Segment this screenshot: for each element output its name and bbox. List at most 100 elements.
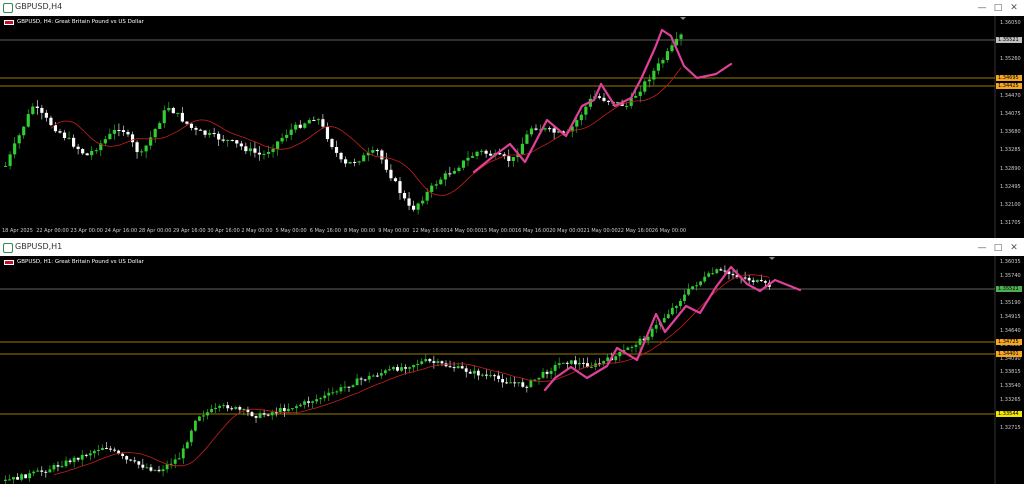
candle: [20, 473, 23, 482]
candle: [461, 160, 466, 171]
candle-body: [161, 469, 165, 472]
candle: [598, 358, 602, 367]
candle: [171, 106, 175, 114]
candle: [687, 283, 690, 297]
candle: [76, 457, 80, 462]
candle: [400, 362, 403, 373]
candle-body: [88, 453, 92, 456]
candle-body: [489, 375, 492, 377]
candle-body: [76, 146, 80, 150]
candle-body: [144, 145, 148, 152]
candle: [108, 128, 112, 141]
candle-body: [181, 448, 185, 459]
candle: [80, 449, 84, 466]
candle: [480, 373, 484, 377]
candlestick-chart-h4[interactable]: [0, 16, 1024, 238]
time-axis-label: 22 Apr 00:00: [36, 228, 69, 234]
candle-body: [303, 401, 306, 405]
candle: [534, 124, 538, 131]
candle: [452, 167, 456, 175]
candle: [699, 281, 703, 287]
candle-body: [26, 114, 30, 127]
candle: [647, 74, 651, 88]
candle-body: [189, 430, 193, 443]
chart-area-h1[interactable]: GBPUSD, H1: Great Britain Pound vs US Do…: [0, 256, 1024, 484]
candle: [16, 473, 19, 480]
candle-body: [298, 124, 302, 128]
candle-body: [548, 128, 552, 130]
candle-body: [217, 133, 221, 140]
candle: [84, 453, 88, 458]
candle: [679, 298, 682, 310]
candle: [520, 137, 524, 155]
candle-body: [371, 150, 375, 153]
candle: [711, 267, 715, 275]
candle-body: [557, 363, 561, 365]
candle: [44, 469, 48, 478]
titlebar-h1[interactable]: GBPUSD,H1 — □ ✕: [0, 240, 1024, 256]
candle-body: [331, 392, 335, 394]
candle: [244, 142, 248, 155]
candlestick-chart-h1[interactable]: [0, 256, 1024, 484]
chart-window-h1[interactable]: GBPUSD,H1 — □ ✕ GBPUSD, H1: Great Britai…: [0, 240, 1024, 484]
candle-body: [755, 279, 759, 283]
candle-body: [552, 128, 556, 133]
candle: [541, 367, 545, 380]
candle-body: [330, 139, 334, 148]
candle: [484, 149, 488, 158]
candle: [584, 104, 588, 121]
candle: [654, 319, 658, 334]
candle-body: [638, 338, 642, 345]
chart-window-h4[interactable]: GBPUSD,H4 — □ ✕ GBPUSD, H4: Great Britai…: [0, 0, 1024, 238]
candle: [432, 355, 436, 369]
candle-body: [665, 51, 670, 61]
candle: [468, 369, 472, 374]
candle: [362, 152, 366, 162]
candle: [258, 410, 262, 419]
candle: [149, 464, 153, 473]
candle: [141, 458, 145, 471]
candle-body: [307, 401, 310, 403]
candle-body: [731, 273, 735, 276]
candle-body: [379, 373, 383, 376]
candle-body: [96, 450, 100, 452]
candle: [125, 455, 129, 464]
candle: [92, 449, 96, 459]
candle-body: [747, 277, 751, 281]
candle: [112, 124, 116, 140]
candle: [323, 391, 327, 402]
candle: [549, 367, 553, 379]
candle: [24, 474, 28, 479]
candle-body: [375, 150, 379, 152]
candle: [421, 196, 425, 206]
candle: [60, 460, 64, 469]
candle-body: [31, 106, 35, 115]
price-axis-label: 1.35260: [1000, 56, 1021, 63]
candle-body: [691, 286, 694, 290]
candle: [307, 117, 311, 124]
close-icon[interactable]: ✕: [1000, 240, 1024, 256]
titlebar-h4[interactable]: GBPUSD,H4 — □ ✕: [0, 0, 1024, 16]
candle-body: [392, 367, 395, 370]
close-icon[interactable]: ✕: [1000, 0, 1024, 16]
candle: [177, 452, 181, 460]
candle-body: [416, 203, 420, 210]
candle-body: [112, 129, 116, 134]
candle-body: [141, 464, 145, 468]
candle-body: [206, 412, 209, 416]
candle-body: [125, 456, 129, 460]
candle: [58, 128, 62, 134]
candle: [755, 279, 759, 284]
candle: [747, 274, 751, 285]
candle-body: [189, 123, 194, 128]
candle-body: [695, 285, 699, 287]
chart-area-h4[interactable]: GBPUSD, H4: Great Britain Pound vs US Do…: [0, 16, 1024, 238]
time-axis-label: 2 May 00:00: [241, 228, 273, 234]
candle: [367, 372, 371, 383]
candle: [286, 403, 290, 413]
candle-body: [476, 370, 480, 376]
candle-body: [545, 371, 549, 374]
chart-icon: [3, 3, 13, 13]
candle-body: [579, 114, 583, 121]
candle: [303, 122, 307, 130]
